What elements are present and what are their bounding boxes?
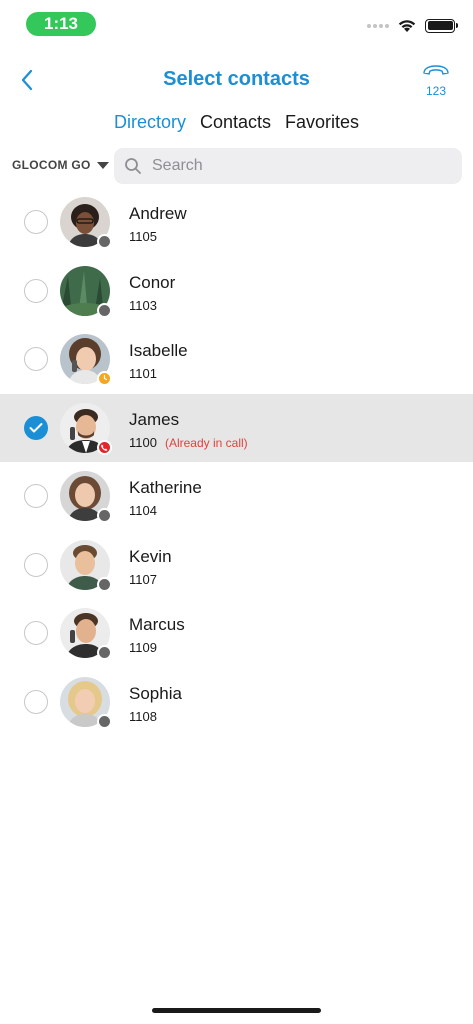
- wifi-icon: [398, 20, 416, 32]
- status-indicator: [97, 713, 112, 729]
- filter-row: GLOCOM GO: [0, 148, 473, 184]
- search-input[interactable]: [152, 157, 442, 175]
- status-indicator: [97, 439, 112, 455]
- status-indicator: [97, 508, 112, 523]
- contact-extension: 1105: [129, 229, 157, 244]
- caret-down-icon: [96, 161, 109, 169]
- contact-row[interactable]: Kevin 1107: [0, 531, 473, 600]
- contact-extension: 1108: [129, 708, 157, 724]
- contact-list: Andrew 1105 Conor 1103 Isabelle 1101 Jam…: [0, 188, 473, 736]
- select-radio[interactable]: [24, 484, 48, 508]
- avatar: [60, 608, 112, 660]
- navigation-bar: Select contacts 123: [0, 56, 473, 104]
- contact-row[interactable]: Conor 1103: [0, 257, 473, 326]
- status-bar: 1:13: [0, 0, 473, 50]
- search-icon: [125, 158, 141, 174]
- contact-extension: 1107: [129, 571, 157, 587]
- source-dropdown[interactable]: GLOCOM GO: [12, 158, 109, 172]
- clock-icon: [103, 374, 108, 381]
- status-indicator: [97, 302, 112, 318]
- home-indicator: [152, 1008, 321, 1013]
- status-indicator: [97, 234, 112, 249]
- contact-name: James: [129, 409, 180, 429]
- contact-extension: 1101: [129, 366, 157, 381]
- status-indicator: [97, 371, 112, 386]
- select-radio[interactable]: [24, 621, 48, 645]
- status-indicator: [97, 645, 112, 660]
- status-indicator: [97, 576, 112, 592]
- phone-dialpad-icon: [423, 65, 449, 75]
- contact-row[interactable]: Isabelle 1101: [0, 325, 473, 394]
- contact-row[interactable]: Andrew 1105: [0, 188, 473, 257]
- checkmark-icon: [29, 422, 43, 432]
- avatar: [60, 539, 112, 592]
- contact-extension: 1104: [129, 503, 157, 518]
- contact-extension: 1109: [129, 640, 157, 655]
- avatar: [60, 471, 112, 523]
- tab-contacts[interactable]: Contacts: [200, 112, 271, 140]
- contact-name: Andrew: [129, 204, 187, 223]
- tab-favorites[interactable]: Favorites: [285, 112, 359, 140]
- contact-extension: 1103: [129, 297, 157, 313]
- cellular-signal-icon: [367, 23, 389, 28]
- select-radio[interactable]: [24, 278, 48, 303]
- contact-row[interactable]: Marcus 1109: [0, 599, 473, 668]
- tab-directory[interactable]: Directory: [114, 112, 186, 140]
- contact-name: Kevin: [129, 546, 172, 566]
- contact-extension: 1100 (Already in call): [129, 434, 248, 450]
- contact-row[interactable]: James 1100 (Already in call): [0, 393, 473, 462]
- avatar: [60, 265, 112, 318]
- contact-name: Isabelle: [129, 341, 188, 360]
- status-icons: [367, 18, 458, 33]
- contact-name: Sophia: [129, 683, 182, 703]
- select-radio[interactable]: [24, 689, 48, 714]
- select-radio[interactable]: [24, 347, 48, 371]
- select-radio[interactable]: [24, 552, 48, 577]
- avatar: [60, 402, 112, 455]
- dialpad-button[interactable]: 123: [419, 64, 453, 98]
- contact-name: Katherine: [129, 478, 202, 497]
- battery-icon: [425, 18, 458, 33]
- contact-name: Conor: [129, 272, 176, 292]
- source-label: GLOCOM GO: [12, 158, 91, 172]
- status-time: 1:13: [26, 12, 96, 36]
- page-title: Select contacts: [163, 68, 310, 90]
- in-call-note: (Already in call): [164, 435, 248, 450]
- contact-row[interactable]: Sophia 1108: [0, 668, 473, 737]
- search-box[interactable]: [114, 148, 462, 184]
- contact-row[interactable]: Katherine 1104: [0, 462, 473, 531]
- avatar: [60, 197, 112, 249]
- select-radio[interactable]: [24, 415, 48, 440]
- dialpad-digits: 123: [425, 84, 447, 98]
- avatar: [60, 676, 112, 729]
- phone-icon: [101, 444, 108, 451]
- select-radio[interactable]: [24, 210, 48, 234]
- contact-name: Marcus: [129, 615, 185, 634]
- avatar: [60, 334, 112, 386]
- tab-bar: Directory Contacts Favorites: [0, 112, 473, 140]
